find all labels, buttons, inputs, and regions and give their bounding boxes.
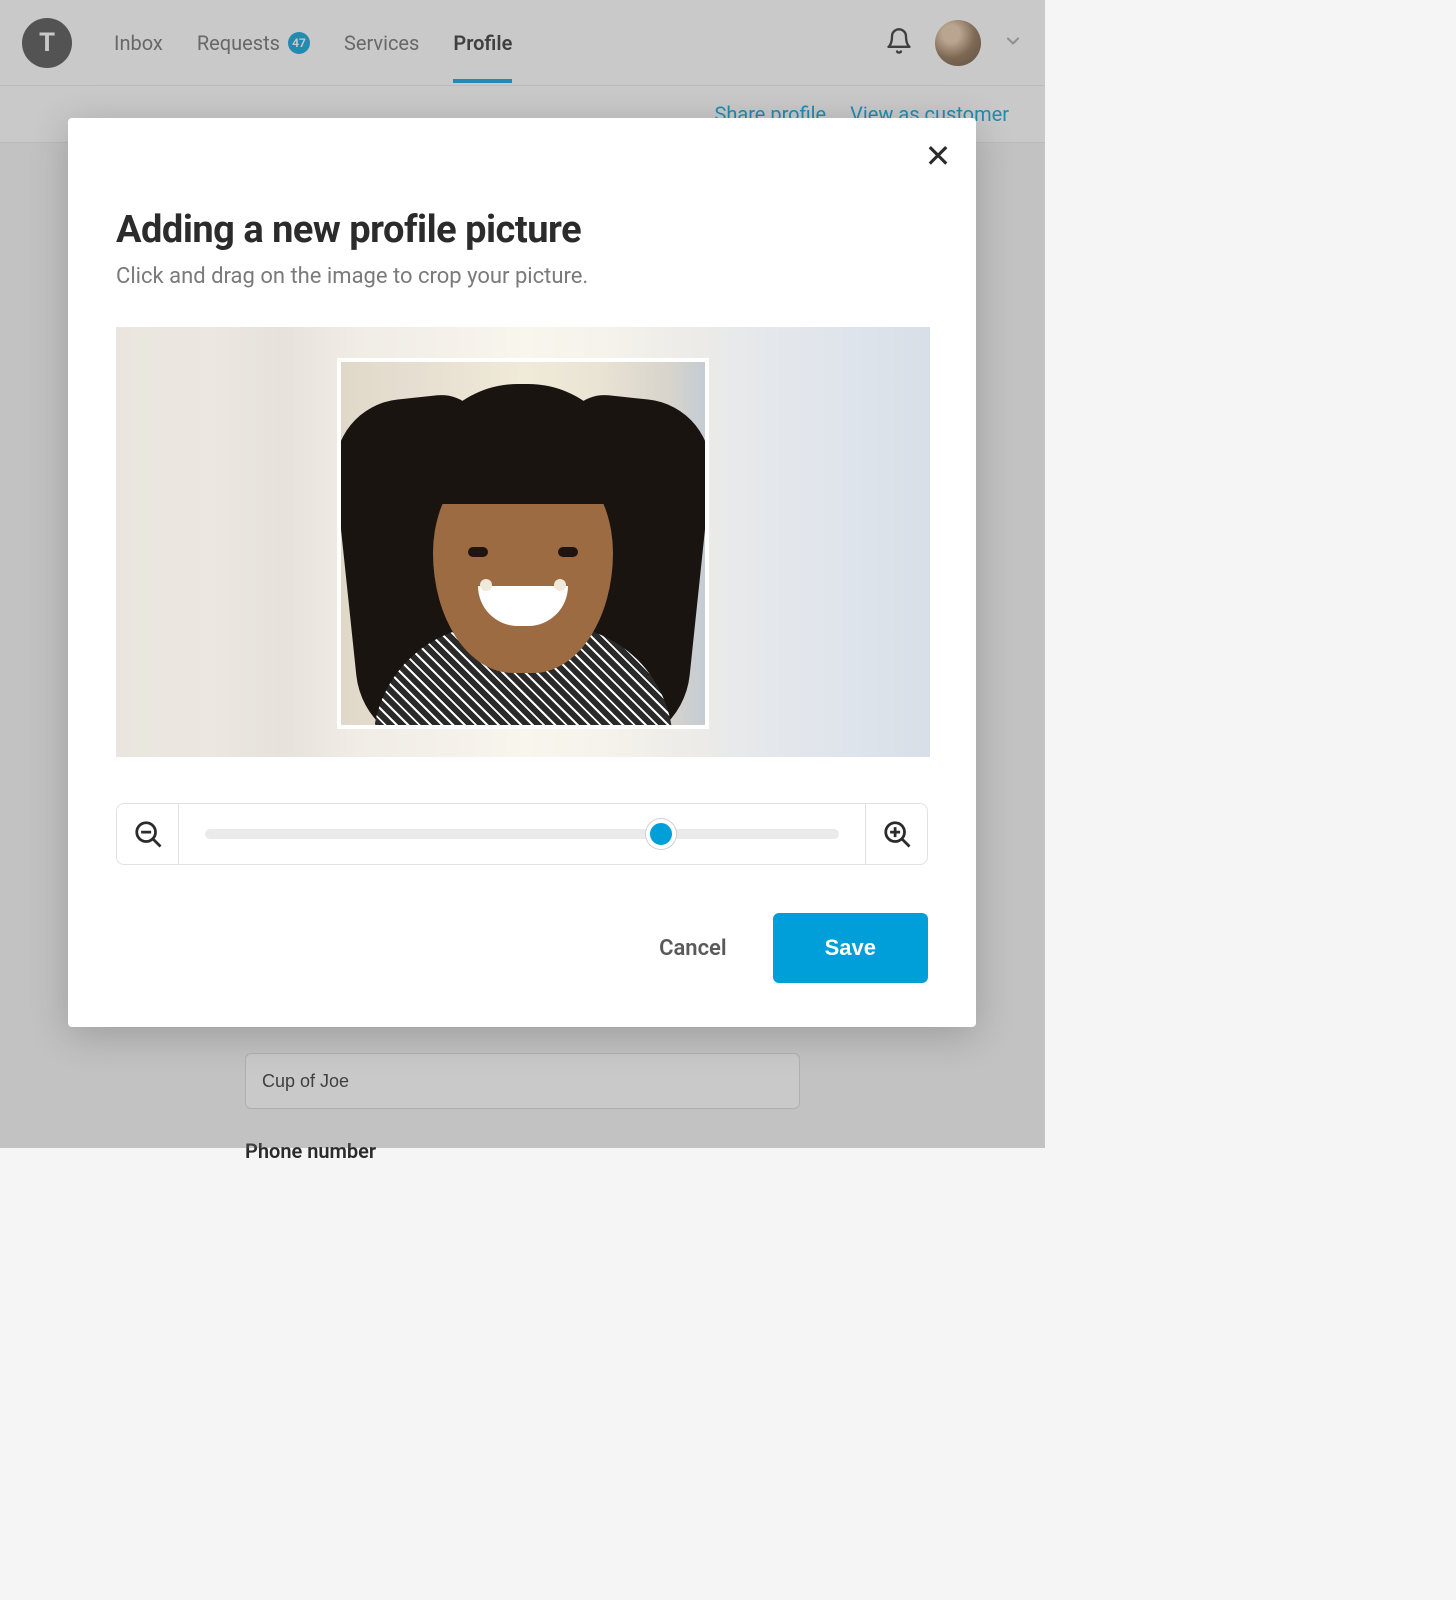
modal-footer: Cancel Save (116, 913, 928, 983)
zoom-slider-handle[interactable] (646, 819, 676, 849)
zoom-in-icon[interactable] (865, 804, 927, 864)
modal-title: Adding a new profile picture (116, 208, 928, 252)
profile-picture-modal: ✕ Adding a new profile picture Click and… (68, 118, 976, 1027)
crop-selection[interactable] (337, 358, 709, 729)
close-icon[interactable]: ✕ (922, 140, 954, 172)
cancel-button[interactable]: Cancel (653, 926, 733, 971)
zoom-slider[interactable] (179, 804, 865, 864)
image-crop-area[interactable] (116, 327, 930, 757)
save-button[interactable]: Save (773, 913, 928, 983)
modal-subtitle: Click and drag on the image to crop your… (116, 264, 928, 289)
zoom-out-icon[interactable] (117, 804, 179, 864)
zoom-control (116, 803, 928, 865)
zoom-slider-track (205, 829, 839, 839)
